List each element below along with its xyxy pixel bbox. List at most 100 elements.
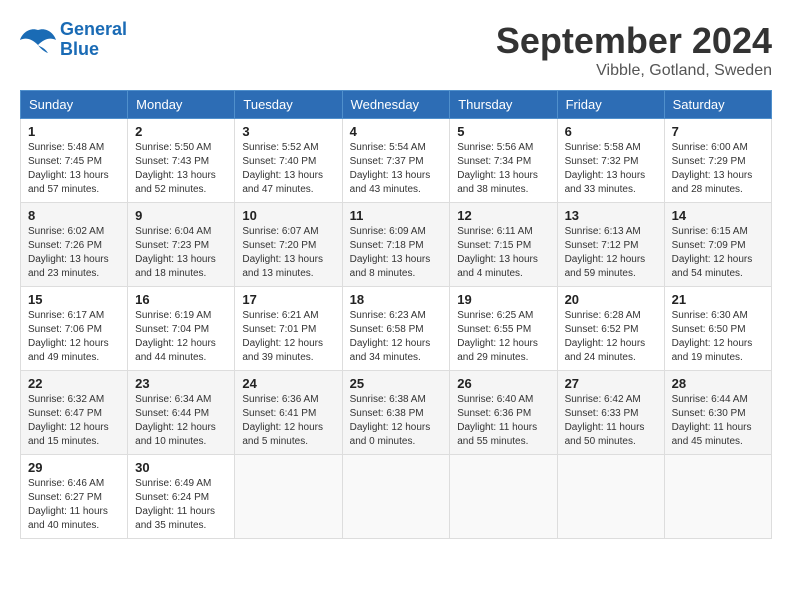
day-number: 2 xyxy=(135,124,227,139)
day-number: 13 xyxy=(565,208,657,223)
day-number: 30 xyxy=(135,460,227,475)
day-number: 29 xyxy=(28,460,120,475)
weekday-row: SundayMondayTuesdayWednesdayThursdayFrid… xyxy=(21,91,772,119)
day-cell: 30 Sunrise: 6:49 AM Sunset: 6:24 PM Dayli… xyxy=(128,455,235,539)
weekday-header-sunday: Sunday xyxy=(21,91,128,119)
day-cell: 14Sunrise: 6:15 AM Sunset: 7:09 PM Dayli… xyxy=(664,203,771,287)
calendar-table: SundayMondayTuesdayWednesdayThursdayFrid… xyxy=(20,90,772,539)
day-info: Sunrise: 6:19 AM Sunset: 7:04 PM Dayligh… xyxy=(135,309,227,365)
logo-text: General Blue xyxy=(60,20,127,60)
day-info: Sunrise: 6:40 AM Sunset: 6:36 PM Dayligh… xyxy=(457,393,549,449)
day-cell: 22Sunrise: 6:32 AM Sunset: 6:47 PM Dayli… xyxy=(21,371,128,455)
day-cell xyxy=(664,455,771,539)
day-number: 25 xyxy=(350,376,443,391)
day-number: 11 xyxy=(350,208,443,223)
weekday-header-saturday: Saturday xyxy=(664,91,771,119)
day-number: 17 xyxy=(242,292,334,307)
day-cell: 15Sunrise: 6:17 AM Sunset: 7:06 PM Dayli… xyxy=(21,287,128,371)
weekday-header-thursday: Thursday xyxy=(450,91,557,119)
month-title: September 2024 xyxy=(496,20,772,62)
weekday-header-monday: Monday xyxy=(128,91,235,119)
day-number: 12 xyxy=(457,208,549,223)
day-info: Sunrise: 6:00 AM Sunset: 7:29 PM Dayligh… xyxy=(672,141,764,197)
day-info: Sunrise: 6:23 AM Sunset: 6:58 PM Dayligh… xyxy=(350,309,443,365)
day-number: 9 xyxy=(135,208,227,223)
day-info: Sunrise: 6:46 AM Sunset: 6:27 PM Dayligh… xyxy=(28,477,120,533)
day-cell: 6Sunrise: 5:58 AM Sunset: 7:32 PM Daylig… xyxy=(557,119,664,203)
day-number: 10 xyxy=(242,208,334,223)
day-cell: 12Sunrise: 6:11 AM Sunset: 7:15 PM Dayli… xyxy=(450,203,557,287)
page-header: General Blue September 2024 Vibble, Gotl… xyxy=(20,20,772,80)
location: Vibble, Gotland, Sweden xyxy=(496,62,772,80)
calendar-header: SundayMondayTuesdayWednesdayThursdayFrid… xyxy=(21,91,772,119)
day-cell: 9Sunrise: 6:04 AM Sunset: 7:23 PM Daylig… xyxy=(128,203,235,287)
day-cell: 10Sunrise: 6:07 AM Sunset: 7:20 PM Dayli… xyxy=(235,203,342,287)
day-cell: 2 Sunrise: 5:50 AM Sunset: 7:43 PM Daylig… xyxy=(128,119,235,203)
day-cell: 17Sunrise: 6:21 AM Sunset: 7:01 PM Dayli… xyxy=(235,287,342,371)
day-info: Sunrise: 6:49 AM Sunset: 6:24 PM Dayligh… xyxy=(135,477,227,533)
day-info: Sunrise: 6:42 AM Sunset: 6:33 PM Dayligh… xyxy=(565,393,657,449)
day-info: Sunrise: 6:34 AM Sunset: 6:44 PM Dayligh… xyxy=(135,393,227,449)
day-cell: 11 Sunrise: 6:09 AM Sunset: 7:18 PM Dayli… xyxy=(342,203,450,287)
day-number: 16 xyxy=(135,292,227,307)
day-cell: 20 Sunrise: 6:28 AM Sunset: 6:52 PM Dayli… xyxy=(557,287,664,371)
day-number: 28 xyxy=(672,376,764,391)
day-cell: 24Sunrise: 6:36 AM Sunset: 6:41 PM Dayli… xyxy=(235,371,342,455)
day-cell: 7 Sunrise: 6:00 AM Sunset: 7:29 PM Daylig… xyxy=(664,119,771,203)
day-info: Sunrise: 5:52 AM Sunset: 7:40 PM Dayligh… xyxy=(242,141,334,197)
day-cell: 18 Sunrise: 6:23 AM Sunset: 6:58 PM Dayli… xyxy=(342,287,450,371)
day-cell: 3 Sunrise: 5:52 AM Sunset: 7:40 PM Daylig… xyxy=(235,119,342,203)
day-number: 27 xyxy=(565,376,657,391)
day-cell: 4 Sunrise: 5:54 AM Sunset: 7:37 PM Daylig… xyxy=(342,119,450,203)
day-info: Sunrise: 6:30 AM Sunset: 6:50 PM Dayligh… xyxy=(672,309,764,365)
day-number: 23 xyxy=(135,376,227,391)
day-cell: 26 Sunrise: 6:40 AM Sunset: 6:36 PM Dayli… xyxy=(450,371,557,455)
day-info: Sunrise: 6:38 AM Sunset: 6:38 PM Dayligh… xyxy=(350,393,443,449)
calendar-body: 1Sunrise: 5:48 AM Sunset: 7:45 PM Daylig… xyxy=(21,119,772,539)
day-cell xyxy=(557,455,664,539)
day-info: Sunrise: 5:56 AM Sunset: 7:34 PM Dayligh… xyxy=(457,141,549,197)
day-cell: 1Sunrise: 5:48 AM Sunset: 7:45 PM Daylig… xyxy=(21,119,128,203)
day-number: 7 xyxy=(672,124,764,139)
day-cell xyxy=(342,455,450,539)
day-number: 21 xyxy=(672,292,764,307)
weekday-header-friday: Friday xyxy=(557,91,664,119)
day-cell: 27 Sunrise: 6:42 AM Sunset: 6:33 PM Dayli… xyxy=(557,371,664,455)
week-row-1: 1Sunrise: 5:48 AM Sunset: 7:45 PM Daylig… xyxy=(21,119,772,203)
day-number: 24 xyxy=(242,376,334,391)
day-number: 26 xyxy=(457,376,549,391)
day-number: 8 xyxy=(28,208,120,223)
day-cell: 16 Sunrise: 6:19 AM Sunset: 7:04 PM Dayli… xyxy=(128,287,235,371)
day-info: Sunrise: 6:09 AM Sunset: 7:18 PM Dayligh… xyxy=(350,225,443,281)
weekday-header-wednesday: Wednesday xyxy=(342,91,450,119)
day-info: Sunrise: 5:50 AM Sunset: 7:43 PM Dayligh… xyxy=(135,141,227,197)
day-info: Sunrise: 6:25 AM Sunset: 6:55 PM Dayligh… xyxy=(457,309,549,365)
day-cell: 29 Sunrise: 6:46 AM Sunset: 6:27 PM Dayli… xyxy=(21,455,128,539)
day-number: 19 xyxy=(457,292,549,307)
week-row-3: 15Sunrise: 6:17 AM Sunset: 7:06 PM Dayli… xyxy=(21,287,772,371)
day-info: Sunrise: 6:28 AM Sunset: 6:52 PM Dayligh… xyxy=(565,309,657,365)
day-cell: 21 Sunrise: 6:30 AM Sunset: 6:50 PM Dayli… xyxy=(664,287,771,371)
day-cell: 13Sunrise: 6:13 AM Sunset: 7:12 PM Dayli… xyxy=(557,203,664,287)
day-info: Sunrise: 6:17 AM Sunset: 7:06 PM Dayligh… xyxy=(28,309,120,365)
week-row-5: 29 Sunrise: 6:46 AM Sunset: 6:27 PM Dayli… xyxy=(21,455,772,539)
day-cell xyxy=(235,455,342,539)
day-info: Sunrise: 5:54 AM Sunset: 7:37 PM Dayligh… xyxy=(350,141,443,197)
day-cell: 5 Sunrise: 5:56 AM Sunset: 7:34 PM Daylig… xyxy=(450,119,557,203)
day-cell: 8 Sunrise: 6:02 AM Sunset: 7:26 PM Daylig… xyxy=(21,203,128,287)
title-block: September 2024 Vibble, Gotland, Sweden xyxy=(496,20,772,80)
day-number: 20 xyxy=(565,292,657,307)
day-info: Sunrise: 6:44 AM Sunset: 6:30 PM Dayligh… xyxy=(672,393,764,449)
day-number: 5 xyxy=(457,124,549,139)
day-number: 1 xyxy=(28,124,120,139)
day-info: Sunrise: 6:02 AM Sunset: 7:26 PM Dayligh… xyxy=(28,225,120,281)
day-number: 18 xyxy=(350,292,443,307)
day-cell xyxy=(450,455,557,539)
day-number: 4 xyxy=(350,124,443,139)
day-cell: 23 Sunrise: 6:34 AM Sunset: 6:44 PM Dayli… xyxy=(128,371,235,455)
logo: General Blue xyxy=(20,20,127,60)
day-number: 22 xyxy=(28,376,120,391)
day-number: 6 xyxy=(565,124,657,139)
week-row-4: 22Sunrise: 6:32 AM Sunset: 6:47 PM Dayli… xyxy=(21,371,772,455)
day-number: 3 xyxy=(242,124,334,139)
